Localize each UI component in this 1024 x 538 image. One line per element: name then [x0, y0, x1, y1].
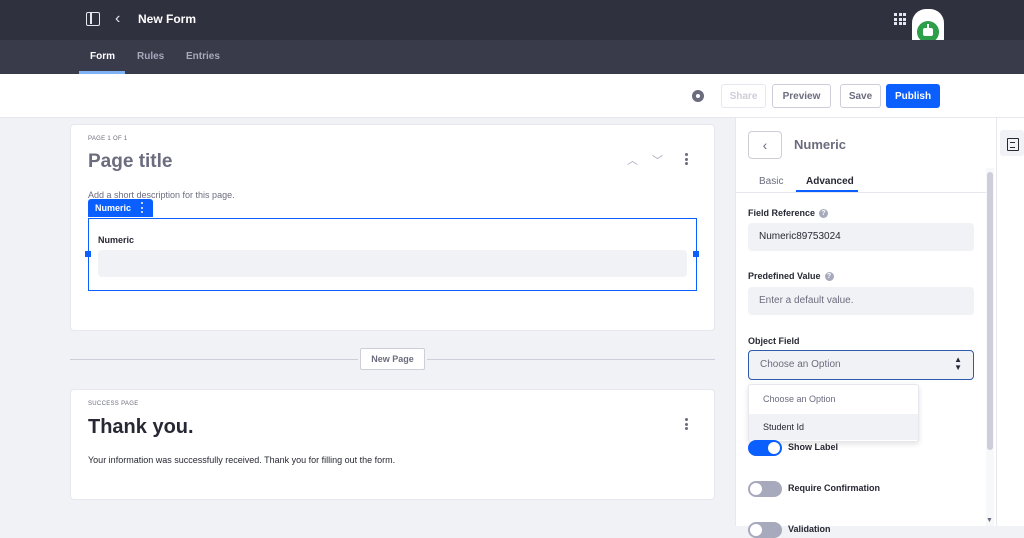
form-nav: Form Rules Entries: [0, 40, 1024, 74]
page-title-input[interactable]: Page title: [88, 151, 172, 173]
right-sidebar: [996, 118, 1024, 526]
predefined-value-input[interactable]: Enter a default value.: [748, 287, 974, 315]
scroll-down-icon[interactable]: ▼: [986, 517, 993, 524]
field-properties-panel: ‹ Numeric Basic Advanced Field Reference…: [735, 118, 996, 538]
chevron-down-icon[interactable]: ﹀: [652, 152, 663, 168]
field-type-tag-label: Numeric: [95, 203, 132, 213]
show-label-toggle[interactable]: [748, 440, 782, 456]
form-title: New Form: [138, 12, 197, 26]
preview-button[interactable]: Preview: [772, 84, 831, 108]
panel-title: Numeric: [794, 137, 847, 152]
success-body[interactable]: Your information was successfully receiv…: [88, 455, 395, 465]
gear-icon[interactable]: [692, 90, 704, 102]
form-builder-icon[interactable]: [1000, 130, 1024, 156]
top-header: ‹ New Form: [0, 0, 1024, 40]
field-reference-label-text: Field Reference: [748, 208, 816, 218]
page-options-icon[interactable]: [685, 153, 688, 165]
back-arrow-icon[interactable]: ‹: [115, 10, 120, 28]
resize-handle-left[interactable]: [85, 251, 91, 257]
help-icon[interactable]: ?: [824, 271, 834, 281]
numeric-field-input[interactable]: [98, 250, 687, 277]
select-arrows-icon: ▲ ▼: [954, 355, 962, 372]
action-toolbar: Share Preview Save Publish: [0, 74, 1024, 118]
success-page-card: SUCCESS PAGE Thank you. Your information…: [70, 389, 715, 500]
require-confirmation-text: Require Confirmation: [788, 483, 881, 493]
object-field-label: Object Field: [748, 336, 800, 346]
field-reference-label: Field Reference ?: [748, 208, 829, 218]
numeric-field-label: Numeric: [98, 235, 135, 245]
new-page-button[interactable]: New Page: [360, 348, 425, 370]
success-page-caption: SUCCESS PAGE: [88, 401, 139, 407]
object-field-dropdown: Choose an Option Student Id: [748, 384, 919, 442]
page-divider-left: [70, 359, 358, 360]
resize-handle-right[interactable]: [693, 251, 699, 257]
help-icon[interactable]: ?: [819, 208, 829, 218]
validation-toggle[interactable]: [748, 522, 782, 538]
dropdown-option[interactable]: Student Id: [749, 414, 918, 440]
publish-button[interactable]: Publish: [886, 84, 940, 108]
object-field-select[interactable]: Choose an Option ▲ ▼: [748, 350, 974, 380]
field-options-icon[interactable]: [141, 202, 144, 213]
panel-tab-basic[interactable]: Basic: [759, 176, 783, 187]
success-options-icon[interactable]: [685, 418, 688, 430]
panel-back-button[interactable]: ‹: [748, 131, 782, 159]
field-type-tag[interactable]: Numeric: [88, 199, 153, 217]
share-button[interactable]: Share: [721, 84, 766, 108]
predefined-value-label-text: Predefined Value: [748, 271, 821, 281]
predefined-value-label: Predefined Value ?: [748, 271, 834, 281]
apps-grid-icon[interactable]: [894, 13, 906, 25]
page-divider-right: [427, 359, 715, 360]
tab-entries[interactable]: Entries: [186, 51, 220, 62]
object-field-selected-value: Choose an Option: [760, 359, 841, 370]
scrollbar-thumb[interactable]: [987, 172, 993, 450]
dropdown-option[interactable]: Choose an Option: [749, 386, 918, 412]
field-reference-input[interactable]: Numeric89753024: [748, 223, 974, 251]
panel-tab-advanced[interactable]: Advanced: [806, 176, 854, 187]
require-confirmation-toggle[interactable]: [748, 481, 782, 497]
show-label-text: Show Label: [788, 442, 839, 452]
numeric-field[interactable]: Numeric: [88, 218, 697, 291]
tab-form[interactable]: Form: [90, 51, 115, 62]
page-counter: PAGE 1 OF 1: [88, 136, 128, 142]
save-button[interactable]: Save: [840, 84, 881, 108]
tab-rules[interactable]: Rules: [137, 51, 164, 62]
chevron-up-icon[interactable]: ︿: [627, 152, 638, 168]
sidebar-toggle-icon[interactable]: [86, 12, 100, 26]
object-field-label-text: Object Field: [748, 336, 800, 346]
panel-tabs-border: [736, 192, 986, 193]
success-title[interactable]: Thank you.: [88, 416, 194, 439]
panel-scrollbar[interactable]: ▼: [986, 168, 994, 526]
